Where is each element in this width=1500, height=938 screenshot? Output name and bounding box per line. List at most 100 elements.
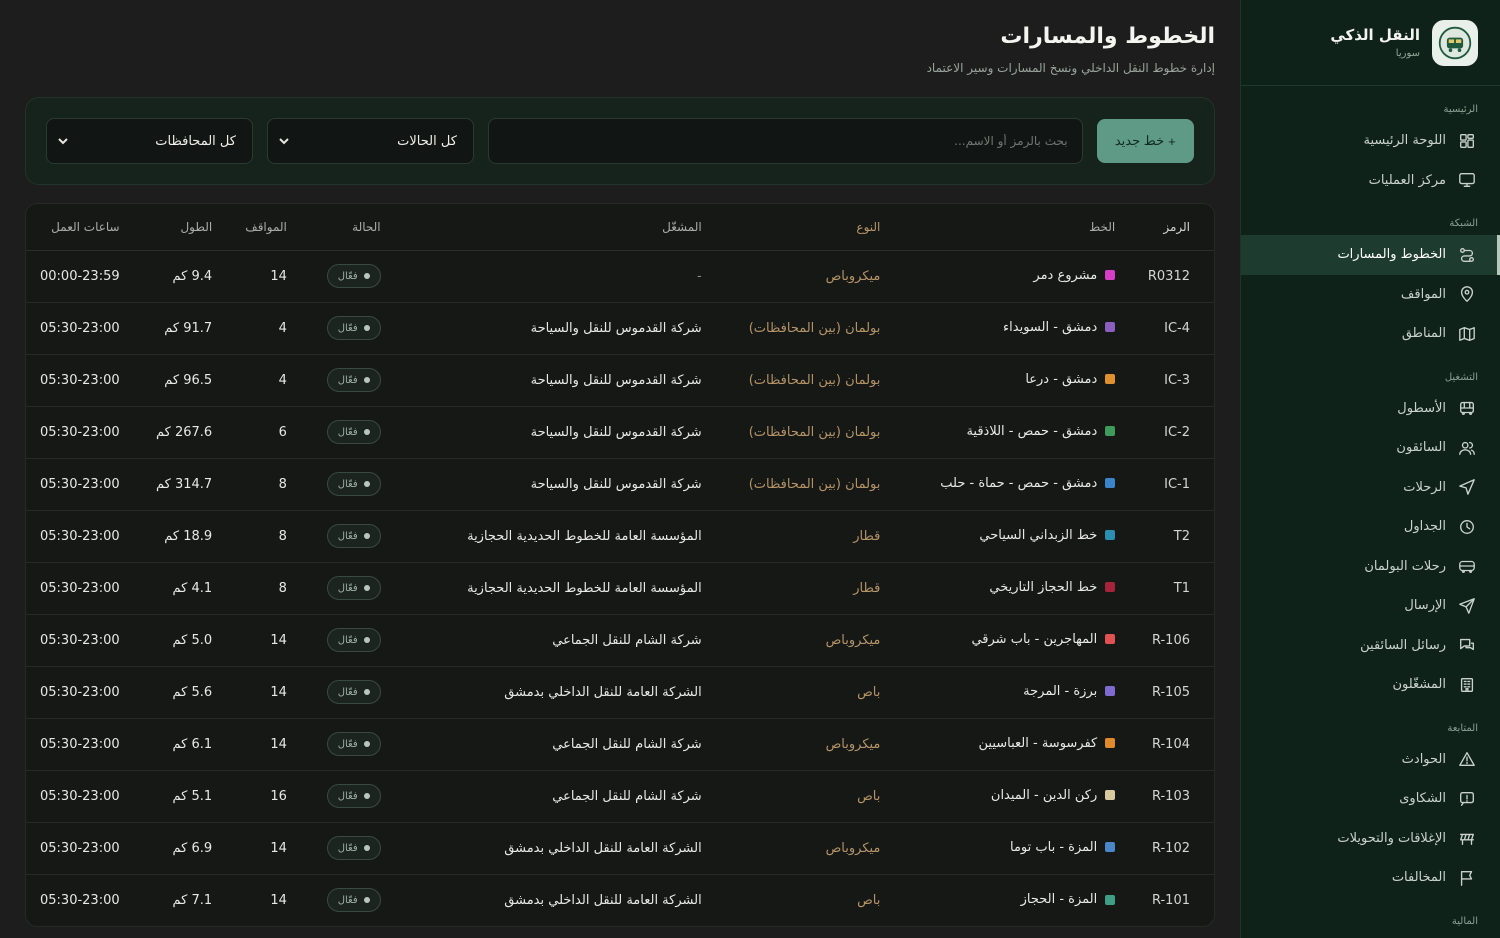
status-select-value: كل الحالات: [397, 133, 457, 149]
header-hours[interactable]: ساعات العمل: [26, 204, 134, 251]
sidebar-item[interactable]: الشكاوى: [1241, 779, 1500, 819]
table-row[interactable]: IC-1 دمشق - حمص - حماة - حلب بولمان (بين ا…: [26, 458, 1214, 511]
line-name[interactable]: دمشق - السويداء: [1003, 320, 1097, 335]
send-icon: [1458, 597, 1476, 615]
header-code[interactable]: الرمز: [1127, 204, 1214, 251]
table-row[interactable]: R0312 مشروع دمر ميكروباص - فعّال 14 9.4 كم 00:0…: [26, 250, 1214, 303]
cell-status: فعّال: [298, 302, 393, 355]
cell-stops: 8: [224, 510, 299, 563]
status-dot-icon: [363, 533, 370, 539]
hours-value: 05:30-23:00: [40, 476, 120, 492]
line-name-wrap: برزة - المرجة: [1023, 684, 1116, 699]
table-row[interactable]: R-104 كفرسوسة - العباسيين ميكروباص شركة الش…: [26, 718, 1214, 771]
line-name[interactable]: دمشق - حمص - حماة - حلب: [940, 476, 1097, 491]
cell-status: فعّال: [299, 874, 393, 926]
table-row[interactable]: IC-2 دمشق - حمص - اللاذقية بولمان (بين الم…: [26, 406, 1214, 459]
status-select[interactable]: كل الحالات: [266, 118, 474, 164]
line-color-swatch: [1105, 374, 1116, 385]
line-color-swatch: [1105, 426, 1116, 437]
hours-value: 05:30-23:00: [40, 684, 120, 700]
cell-length: 5.0 كم: [133, 614, 225, 667]
cell-status: فعّال: [298, 354, 393, 407]
line-name[interactable]: برزة - المرجة: [1023, 684, 1097, 699]
cell-type: ميكروباص: [713, 822, 893, 875]
table-row[interactable]: R-105 برزة - المرجة باص الشركة العامة للنقل…: [26, 666, 1214, 719]
table-row[interactable]: R-103 ركن الدين - الميدان باص شركة الشام لل…: [26, 770, 1214, 823]
header-type[interactable]: النوع: [713, 204, 893, 251]
table-row[interactable]: R-102 المزة - باب توما ميكروباص الشركة العا…: [26, 822, 1214, 875]
status-dot-icon: [363, 845, 370, 851]
cell-stops: 14: [224, 250, 299, 303]
line-name[interactable]: دمشق - حمص - اللاذقية: [966, 424, 1097, 439]
sidebar-item[interactable]: الحوادث: [1241, 740, 1500, 780]
governorate-select[interactable]: كل المحافظات: [46, 118, 253, 164]
line-name-wrap: مشروع دمر: [1033, 268, 1116, 283]
brand-header[interactable]: النقل الذكي سوريا: [1241, 0, 1500, 86]
sidebar-item-label: الحوادث: [1401, 751, 1446, 767]
line-name[interactable]: خط الزبداني السياحي: [979, 528, 1097, 543]
sidebar-item-label: الإرسال: [1404, 598, 1446, 614]
header-operator[interactable]: المشغّل: [392, 204, 714, 251]
line-name[interactable]: المزة - باب توما: [1010, 840, 1097, 855]
line-name[interactable]: دمشق - درعا: [1025, 372, 1097, 387]
status-label: فعّال: [337, 530, 358, 542]
line-code: IC-2: [1164, 424, 1190, 440]
sidebar-item[interactable]: الخطوط والمسارات: [1241, 235, 1500, 275]
cell-stops: 14: [224, 822, 299, 875]
table-row[interactable]: IC-4 دمشق - السويداء بولمان (بين المحافظات…: [26, 302, 1214, 355]
sidebar-item[interactable]: الإغلاقات والتحويلات: [1241, 819, 1500, 859]
sidebar-item[interactable]: السائقون: [1241, 428, 1500, 468]
cell-status: فعّال: [298, 614, 393, 667]
cell-length: 5.1 كم: [133, 770, 225, 823]
status-badge: فعّال: [326, 420, 381, 444]
cell-hours: 05:30-23:00: [26, 822, 134, 875]
status-badge: فعّال: [326, 784, 381, 808]
cell-operator: الشركة العامة للنقل الداخلي بدمشق: [504, 892, 702, 908]
table-row[interactable]: IC-3 دمشق - درعا بولمان (بين المحافظات) شرك…: [26, 354, 1214, 407]
cell-hours: 05:30-23:00: [26, 510, 134, 563]
table-row[interactable]: R-101 المزة - الحجاز باص الشركة العامة للنق…: [26, 874, 1214, 926]
cell-type: ميكروباص: [713, 718, 893, 771]
new-line-button[interactable]: خط جديد +: [1096, 119, 1194, 163]
line-name[interactable]: المزة - الحجاز: [1021, 892, 1098, 907]
cell-stops: 8: [224, 562, 299, 615]
table-row[interactable]: T1 خط الحجاز التاريخي قطار المؤسسة العامة ل…: [26, 562, 1214, 615]
line-name[interactable]: المهاجرين - باب شرقي: [971, 632, 1097, 647]
sidebar-item[interactable]: المناطق: [1241, 314, 1500, 354]
line-name[interactable]: مشروع دمر: [1033, 268, 1097, 283]
hours-value: 05:30-23:00: [40, 632, 120, 648]
cell-operator: المؤسسة العامة للخطوط الحديدية الحجازية: [392, 562, 714, 615]
sidebar-item[interactable]: الإرسال: [1241, 586, 1500, 626]
cell-type: ميكروباص: [713, 250, 893, 303]
sidebar-item[interactable]: مركز العمليات: [1241, 161, 1500, 201]
search-input[interactable]: [502, 134, 1068, 148]
cell-line: المزة - باب توما: [892, 822, 1128, 875]
sidebar-item[interactable]: المشغّلون: [1241, 665, 1500, 705]
sidebar-item[interactable]: رحلات البولمان: [1241, 547, 1500, 587]
line-name[interactable]: خط الحجاز التاريخي: [989, 580, 1097, 595]
cell-status: فعّال: [298, 770, 393, 823]
cell-operator: الشركة العامة للنقل الداخلي بدمشق: [392, 822, 714, 875]
header-line[interactable]: الخط: [892, 204, 1128, 251]
status-badge: فعّال: [326, 836, 381, 860]
cell-stops: 6: [224, 406, 299, 459]
sidebar-item[interactable]: الجداول: [1241, 507, 1500, 547]
header-stops[interactable]: المواقف: [224, 204, 299, 251]
line-name[interactable]: ركن الدين - الميدان: [991, 788, 1097, 803]
line-name[interactable]: كفرسوسة - العباسيين: [979, 736, 1098, 751]
sidebar-item[interactable]: الأسطول: [1241, 389, 1500, 429]
header-length[interactable]: الطول: [133, 204, 225, 251]
table-row[interactable]: R-106 المهاجرين - باب شرقي ميكروباص شركة ال…: [26, 614, 1214, 667]
table-row[interactable]: T2 خط الزبداني السياحي قطار المؤسسة العامة …: [26, 510, 1214, 563]
sidebar-item[interactable]: الرحلات: [1241, 468, 1500, 508]
sidebar-item[interactable]: اللوحة الرئيسية: [1241, 121, 1500, 161]
sidebar-item[interactable]: المواقف: [1241, 275, 1500, 315]
header-status[interactable]: الحالة: [298, 204, 393, 251]
status-label: فعّال: [337, 738, 358, 750]
sidebar-item[interactable]: رسائل السائقين: [1241, 626, 1500, 666]
status-badge: فعّال: [326, 732, 381, 756]
search-box[interactable]: [487, 118, 1083, 164]
line-name-wrap: المزة - الحجاز: [1021, 892, 1116, 907]
map-pin-icon: [1458, 285, 1476, 303]
sidebar-item[interactable]: المخالفات: [1241, 858, 1500, 898]
